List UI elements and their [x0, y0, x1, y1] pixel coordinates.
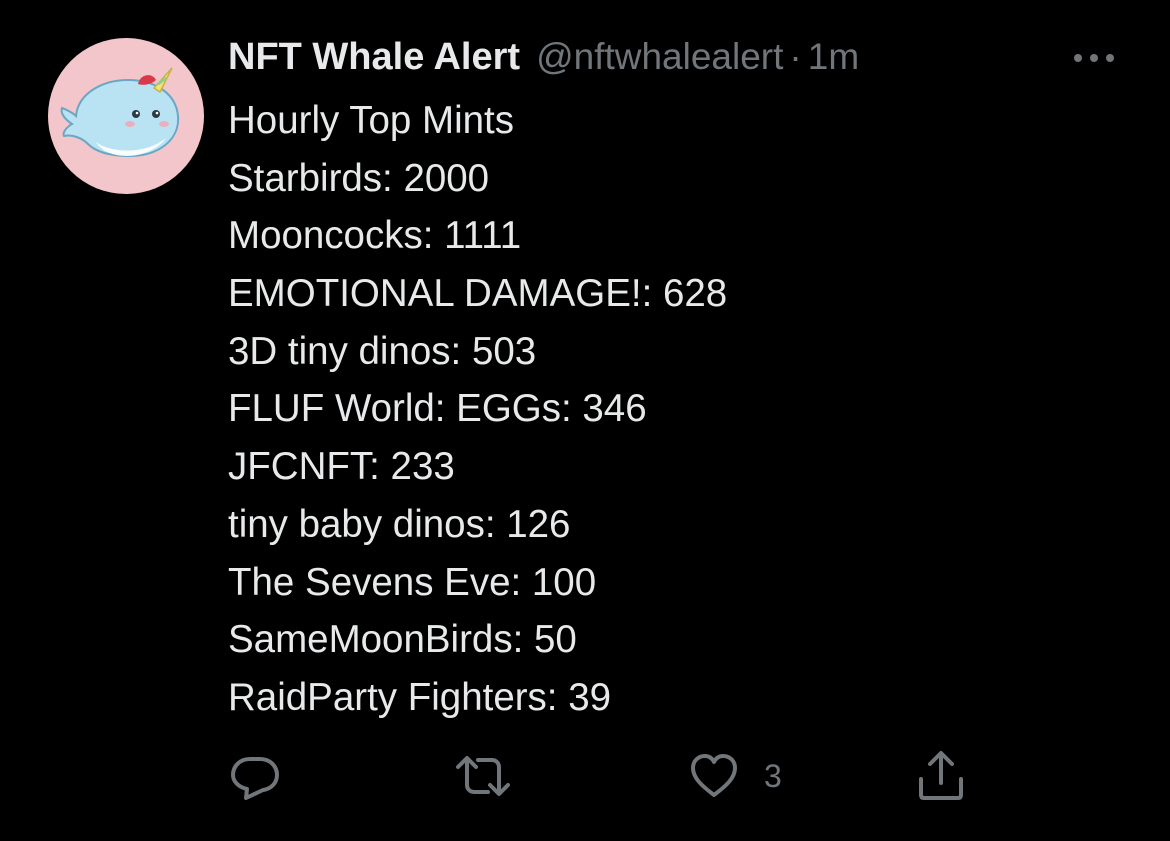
- tweet-line: SameMoonBirds: 50: [228, 618, 577, 662]
- share-icon: [919, 751, 963, 800]
- reply-button[interactable]: [226, 744, 284, 808]
- like-button[interactable]: 3: [688, 744, 782, 808]
- share-button[interactable]: [912, 744, 970, 808]
- tweet-line: RaidParty Fighters: 39: [228, 675, 612, 719]
- like-count: 3: [764, 757, 782, 794]
- heart-icon: [691, 754, 737, 797]
- tweet-body: Hourly Top Mints Starbirds: 2000 Mooncoc…: [228, 92, 727, 727]
- retweet-button[interactable]: [452, 744, 514, 808]
- tweet-timestamp[interactable]: 1m: [808, 36, 859, 78]
- tweet-line: EMOTIONAL DAMAGE!: 628: [228, 272, 728, 316]
- tweet-line: Hourly Top Mints: [228, 99, 515, 142]
- tweet-line: The Sevens Eve: 100: [228, 560, 597, 604]
- reply-icon: [231, 757, 279, 800]
- author-avatar[interactable]: [48, 38, 204, 194]
- tweet-line: JFCNFT: 233: [228, 445, 455, 489]
- tweet-line: 3D tiny dinos: 503: [228, 329, 537, 373]
- tweet[interactable]: NFT Whale Alert @nftwhalealert · 1m Hour…: [0, 0, 1170, 841]
- author-handle[interactable]: @nftwhalealert: [536, 36, 783, 78]
- tweet-actions: 3: [0, 744, 1170, 808]
- narwhal-avatar-icon: [60, 67, 180, 158]
- retweet-icon: [456, 756, 510, 796]
- tweet-header: NFT Whale Alert @nftwhalealert · 1m: [228, 36, 859, 82]
- more-options-icon[interactable]: [1068, 44, 1120, 72]
- header-separator: ·: [789, 36, 802, 77]
- tweet-line: Mooncocks: 1111: [228, 214, 522, 258]
- tweet-line: FLUF World: EGGs: 346: [228, 387, 647, 431]
- tweet-line: tiny baby dinos: 126: [228, 502, 571, 546]
- author-display-name[interactable]: NFT Whale Alert: [228, 36, 520, 79]
- tweet-line: Starbirds: 2000: [228, 156, 490, 200]
